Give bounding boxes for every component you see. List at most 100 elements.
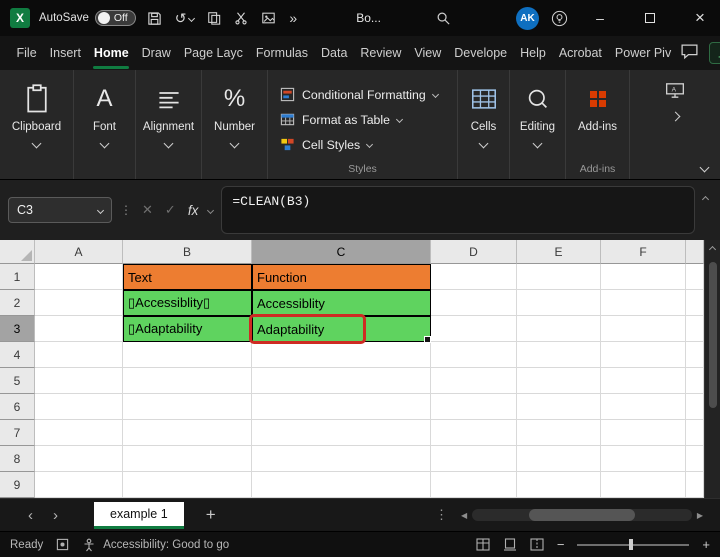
hscroll-track[interactable]: [472, 509, 692, 521]
cell-d6[interactable]: [431, 394, 517, 420]
cell-a4[interactable]: [35, 342, 123, 368]
page-layout-view-button[interactable]: [503, 538, 517, 551]
cell-c9[interactable]: [252, 472, 431, 498]
minimize-button[interactable]: –: [580, 0, 620, 36]
macro-record-button[interactable]: [56, 538, 69, 551]
ribbon-group-font[interactable]: A Font: [74, 70, 136, 179]
menu-tab-file[interactable]: File: [10, 37, 43, 69]
cell-c3-active[interactable]: Adaptability: [252, 316, 431, 342]
accessibility-status-label[interactable]: Accessibility: Good to go: [103, 539, 229, 551]
lightbulb-button[interactable]: [549, 8, 570, 29]
cell-e6[interactable]: [517, 394, 601, 420]
menu-tab-help[interactable]: Help: [514, 37, 553, 69]
row-header-3[interactable]: 3: [0, 316, 35, 342]
tab-bar-menu-icon[interactable]: ⋮: [425, 507, 458, 523]
cell-d2[interactable]: [431, 290, 517, 316]
scroll-left-icon[interactable]: ◀: [458, 511, 470, 520]
row-header-6[interactable]: 6: [0, 394, 35, 420]
normal-view-button[interactable]: [476, 538, 490, 551]
search-button[interactable]: [434, 9, 453, 28]
row-header-5[interactable]: 5: [0, 368, 35, 394]
picture-button[interactable]: [259, 9, 278, 27]
col-header-f[interactable]: F: [601, 240, 686, 264]
cell-b7[interactable]: [123, 420, 252, 446]
sheet-tab-example-1[interactable]: example 1: [94, 501, 184, 529]
cell-f2[interactable]: [601, 290, 686, 316]
zoom-in-button[interactable]: +: [702, 537, 710, 552]
cell-b6[interactable]: [123, 394, 252, 420]
cell-d9[interactable]: [431, 472, 517, 498]
menu-tab-insert[interactable]: Insert: [43, 37, 87, 69]
cell-a3[interactable]: [35, 316, 123, 342]
cell-a9[interactable]: [35, 472, 123, 498]
name-box-resize-handle[interactable]: ⋮: [120, 203, 132, 217]
format-as-table-button[interactable]: Format as Table: [280, 107, 403, 132]
ribbon-group-alignment[interactable]: Alignment: [136, 70, 202, 179]
cell-c2[interactable]: Accessiblity: [252, 290, 431, 316]
cell-a2[interactable]: [35, 290, 123, 316]
cell-b5[interactable]: [123, 368, 252, 394]
cell-styles-button[interactable]: Cell Styles: [280, 132, 374, 157]
expand-formula-bar-icon[interactable]: [701, 195, 710, 203]
zoom-out-button[interactable]: −: [557, 537, 565, 552]
menu-tab-draw[interactable]: Draw: [135, 37, 177, 69]
cell-e5[interactable]: [517, 368, 601, 394]
comments-button[interactable]: [678, 41, 701, 65]
menu-tab-home[interactable]: Home: [87, 37, 135, 69]
zoom-slider[interactable]: [577, 539, 690, 550]
scroll-up-icon[interactable]: [708, 245, 717, 254]
add-sheet-button[interactable]: +: [206, 505, 216, 525]
collapse-ribbon-icon[interactable]: [699, 162, 710, 173]
cell-c5[interactable]: [252, 368, 431, 394]
cell-b3[interactable]: ▯Adaptability: [123, 316, 252, 342]
copy-button[interactable]: [205, 9, 223, 27]
cell-f8[interactable]: [601, 446, 686, 472]
col-header-a[interactable]: A: [35, 240, 123, 264]
cell-f6[interactable]: [601, 394, 686, 420]
page-break-view-button[interactable]: [530, 538, 544, 551]
row-header-4[interactable]: 4: [0, 342, 35, 368]
prev-sheet-button[interactable]: ‹: [18, 507, 43, 524]
cell-f3[interactable]: [601, 316, 686, 342]
menu-tab-power-pivot[interactable]: Power Piv: [608, 37, 677, 69]
ribbon-overflow-chevron-icon[interactable]: [670, 111, 680, 122]
cell-e7[interactable]: [517, 420, 601, 446]
fill-handle[interactable]: [424, 336, 431, 343]
cell-d4[interactable]: [431, 342, 517, 368]
ribbon-group-editing[interactable]: Editing: [510, 70, 566, 179]
row-header-7[interactable]: 7: [0, 420, 35, 446]
hscroll-thumb[interactable]: [529, 509, 635, 521]
close-button[interactable]: ×: [680, 0, 720, 36]
col-header-b[interactable]: B: [123, 240, 252, 264]
row-header-2[interactable]: 2: [0, 290, 35, 316]
cell-a1[interactable]: [35, 264, 123, 290]
cell-c8[interactable]: [252, 446, 431, 472]
menu-tab-formulas[interactable]: Formulas: [249, 37, 314, 69]
formula-input[interactable]: =CLEAN(B3): [221, 186, 695, 234]
share-button[interactable]: [708, 42, 720, 64]
row-header-1[interactable]: 1: [0, 264, 35, 290]
cell-e4[interactable]: [517, 342, 601, 368]
col-header-d[interactable]: D: [431, 240, 517, 264]
formula-bar-chevron-icon[interactable]: [207, 206, 215, 214]
ribbon-group-number[interactable]: % Number: [202, 70, 268, 179]
ribbon-group-addins[interactable]: Add-ins Add-ins: [566, 70, 630, 179]
vscroll-thumb[interactable]: [708, 262, 717, 408]
name-box[interactable]: C3: [8, 197, 112, 223]
col-header-c[interactable]: C: [252, 240, 431, 264]
menu-tab-review[interactable]: Review: [354, 37, 408, 69]
cell-e1[interactable]: [517, 264, 601, 290]
undo-button[interactable]: ↺: [173, 8, 197, 29]
row-header-8[interactable]: 8: [0, 446, 35, 472]
cell-a8[interactable]: [35, 446, 123, 472]
menu-tab-page-layout[interactable]: Page Layc: [177, 37, 249, 69]
cell-b4[interactable]: [123, 342, 252, 368]
menu-tab-data[interactable]: Data: [315, 37, 354, 69]
insert-function-button[interactable]: fx: [186, 201, 201, 220]
cell-f4[interactable]: [601, 342, 686, 368]
cell-e9[interactable]: [517, 472, 601, 498]
vertical-scrollbar[interactable]: [704, 240, 720, 498]
monitor-icon[interactable]: A: [665, 82, 685, 99]
cell-d7[interactable]: [431, 420, 517, 446]
cell-b8[interactable]: [123, 446, 252, 472]
